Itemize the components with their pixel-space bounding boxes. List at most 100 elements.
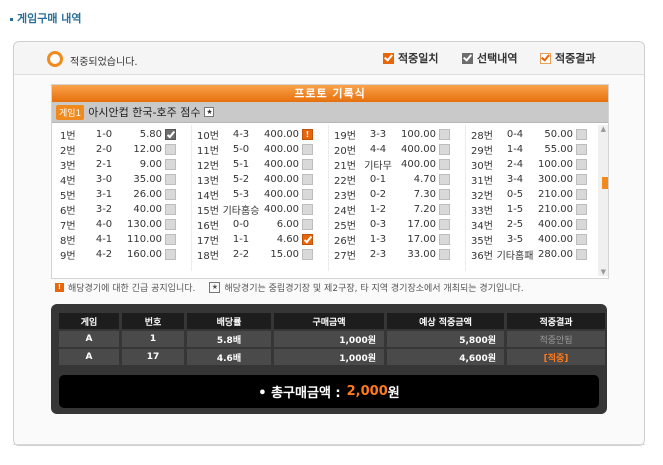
odds-value: 210.00 [538, 189, 573, 200]
score-result: 1-2 [369, 204, 387, 215]
checkbox-icon [165, 144, 176, 155]
odds-row: 30번 2-4 100.00 [471, 157, 587, 172]
game-number: 5번 [60, 191, 76, 202]
checkbox-icon [439, 189, 450, 200]
odds-value: 12.00 [133, 144, 162, 155]
odds-value: 300.00 [538, 174, 573, 185]
game-number: 29번 [471, 146, 493, 157]
odds-value: 400.00 [264, 129, 299, 140]
score-result: 0-4 [506, 129, 524, 140]
cell-game: A [59, 331, 119, 347]
page-title: 게임구매 내역 [10, 10, 82, 26]
legend-label: 선택내역 [477, 52, 518, 65]
score-result: 1-1 [232, 234, 250, 245]
cell-amount: 1,000원 [274, 349, 384, 365]
odds-row: 35번 3-5 400.00 [471, 232, 587, 247]
column-divider [191, 125, 192, 271]
checkbox-icon [302, 189, 313, 200]
status-header: 적중되었습니다. 적중일치 선택내역 적중결과 [14, 42, 644, 75]
odds-row: 28번 0-4 50.00 [471, 127, 587, 142]
odds-row: 2번 2-0 12.00 [60, 142, 176, 157]
odds-row: 10번 4-3 400.00! [197, 127, 313, 142]
scroll-down-icon[interactable]: ▼ [601, 268, 606, 276]
cell-amount: 1,000원 [274, 331, 384, 347]
cell-result: [적중] [507, 349, 605, 365]
odds-value: 4.70 [413, 174, 436, 185]
status-text: 적중되었습니다. [70, 57, 138, 68]
th-result: 적중결과 [507, 313, 605, 329]
odds-row: 8번 4-1 110.00 [60, 232, 176, 247]
score-result: 2-3 [369, 249, 387, 260]
odds-row: 3번 2-1 9.00 [60, 157, 176, 172]
score-result: 3-0 [95, 174, 113, 185]
total-amount-bar: • 총구매금액 : 2,000 원 [59, 375, 599, 408]
score-result: 0-1 [369, 174, 387, 185]
odds-value: 110.00 [127, 234, 162, 245]
odds-row: 29번 1-4 55.00 [471, 142, 587, 157]
odds-value: 17.00 [407, 219, 436, 230]
game-number: 25번 [334, 221, 356, 232]
checkbox-icon [576, 144, 587, 155]
score-result: 4-0 [95, 219, 113, 230]
game-name: 아시안컵 한국-호주 점수 [88, 106, 201, 119]
game-number: 24번 [334, 206, 356, 217]
score-result: 5-3 [232, 189, 250, 200]
odds-row: 6번 3-2 40.00 [60, 202, 176, 217]
score-result: 1-3 [369, 234, 387, 245]
game-number: 1번 [60, 131, 76, 142]
odds-column: 28번 0-4 50.00 29번 1-4 55.00 30번 2-4 100.00 31번 3-4… [471, 127, 587, 262]
checkbox-icon [165, 159, 176, 170]
cell-expected: 5,800원 [387, 331, 504, 347]
total-value: 2,000 [346, 384, 388, 399]
game-number: 9번 [60, 251, 76, 262]
legend-selection: 선택내역 [462, 50, 517, 66]
odds-row: 19번 3-3 100.00 [334, 127, 450, 142]
odds-column: 10번 4-3 400.00! 11번 5-0 400.00 12번 5-1 400.00 13번… [197, 127, 313, 262]
odds-row: 36번 기타홈패 280.00 [471, 247, 587, 262]
score-result: 4-3 [232, 129, 250, 140]
proto-title: 프로토 기록식 [52, 85, 608, 102]
odds-value: 4.60 [276, 234, 299, 245]
game-number: 34번 [471, 221, 493, 232]
alert-icon: ! [302, 129, 313, 140]
game-number: 8번 [60, 236, 76, 247]
odds-row: 12번 5-1 400.00 [197, 157, 313, 172]
odds-value: 400.00 [264, 174, 299, 185]
game-number: 21번 [334, 161, 356, 172]
score-result: 기타무 [364, 161, 392, 172]
game-number: 6번 [60, 206, 76, 217]
scroll-thumb[interactable] [602, 177, 608, 189]
score-result: 기타홈승 [222, 206, 260, 217]
score-result: 1-4 [506, 144, 524, 155]
checkbox-icon [302, 249, 313, 260]
th-game: 게임 [59, 313, 119, 329]
odds-value: 5.80 [139, 129, 162, 140]
column-divider [328, 125, 329, 271]
cell-expected: 4,600원 [387, 349, 504, 365]
summary-table: 게임 번호 배당률 구매금액 예상 적중금액 적중결과 A 1 5.8배 1,0… [59, 313, 608, 367]
legend-label: 적중일치 [398, 52, 439, 65]
scroll-up-icon[interactable]: ▲ [601, 125, 606, 133]
game-number: 18번 [197, 251, 219, 262]
total-label: • 총구매금액 : [258, 386, 341, 401]
game-header: 게임1 아시안컵 한국-호주 점수 ★ [52, 102, 608, 123]
odds-row: 31번 3-4 300.00 [471, 172, 587, 187]
odds-value: 100.00 [401, 129, 436, 140]
game-number: 20번 [334, 146, 356, 157]
odds-row: 23번 0-2 7.30 [334, 187, 450, 202]
odds-column: 1번 1-0 5.80 2번 2-0 12.00 3번 2-1 9.00 4번 3-0 35.00 5번… [60, 127, 176, 262]
game-tag: 게임1 [56, 104, 85, 120]
checkbox-icon [439, 219, 450, 230]
legend-result: 적중결과 [540, 50, 595, 66]
checkbox-icon [576, 174, 587, 185]
score-result: 0-5 [506, 189, 524, 200]
checkbox-icon [302, 159, 313, 170]
score-result: 4-1 [95, 234, 113, 245]
purchase-summary: 게임 번호 배당률 구매금액 예상 적중금액 적중결과 A 1 5.8배 1,0… [51, 304, 607, 414]
total-unit: 원 [387, 386, 400, 401]
game-number: 12번 [197, 161, 219, 172]
checkbox-icon [576, 234, 587, 245]
checkbox-icon [576, 159, 587, 170]
scrollbar[interactable]: ▲ ▼ [598, 125, 608, 276]
game-number: 33번 [471, 206, 493, 217]
